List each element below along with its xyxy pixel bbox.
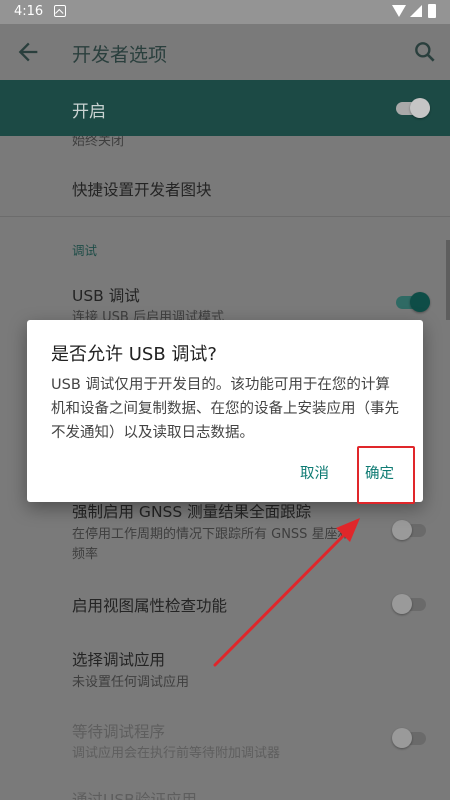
battery-icon bbox=[428, 4, 436, 18]
status-bar: 4:16 bbox=[0, 0, 450, 24]
view-attr-toggle[interactable] bbox=[392, 594, 426, 614]
annotation-highlight-box bbox=[357, 446, 415, 504]
wait-debugger-subtitle: 调试应用会在执行前等待附加调试器 bbox=[72, 746, 281, 761]
gnss-subtitle-line1: 在停用工作周期的情况下跟踪所有 GNSS 星座和 bbox=[72, 527, 351, 542]
master-switch-bar[interactable]: 开启 bbox=[0, 80, 450, 136]
gnss-title[interactable]: 强制启用 GNSS 测量结果全面跟踪 bbox=[72, 500, 311, 522]
page-title: 开发者选项 bbox=[72, 44, 168, 66]
status-time: 4:16 bbox=[14, 4, 44, 19]
usb-debug-toggle[interactable] bbox=[396, 292, 430, 312]
select-debug-app-subtitle: 未设置任何调试应用 bbox=[72, 675, 190, 690]
master-toggle[interactable] bbox=[396, 98, 430, 118]
usb-debug-title[interactable]: USB 调试 bbox=[72, 284, 140, 306]
select-debug-app-title[interactable]: 选择调试应用 bbox=[72, 648, 165, 670]
wifi-icon bbox=[392, 5, 406, 17]
partial-bottom-text[interactable]: 通过USB验证应用 bbox=[72, 788, 197, 800]
notification-a-icon bbox=[54, 5, 66, 17]
scrollbar-thumb[interactable] bbox=[446, 240, 450, 320]
wait-debugger-toggle[interactable] bbox=[392, 728, 426, 748]
toolbar: 开发者选项 bbox=[0, 24, 450, 80]
cancel-button[interactable]: 取消 bbox=[300, 462, 329, 483]
cell-signal-icon bbox=[410, 5, 422, 17]
wait-debugger-title[interactable]: 等待调试程序 bbox=[72, 720, 165, 742]
view-attr-title[interactable]: 启用视图属性检查功能 bbox=[72, 594, 227, 616]
gnss-toggle[interactable] bbox=[392, 520, 426, 540]
search-icon[interactable] bbox=[412, 39, 438, 65]
dialog-body: USB 调试仅用于开发目的。该功能可用于在您的计算机和设备之间复制数据、在您的设… bbox=[51, 377, 399, 441]
quick-tiles-item[interactable]: 快捷设置开发者图块 bbox=[72, 178, 212, 200]
dialog-title: 是否允许 USB 调试? bbox=[51, 344, 217, 365]
partial-top-text: 始终关闭 bbox=[72, 136, 125, 149]
section-header-debug: 调试 bbox=[72, 243, 98, 258]
arrow-left-icon[interactable] bbox=[14, 38, 42, 66]
gnss-subtitle-line2: 频率 bbox=[72, 547, 99, 562]
master-switch-label: 开启 bbox=[72, 102, 106, 122]
divider bbox=[0, 216, 450, 217]
